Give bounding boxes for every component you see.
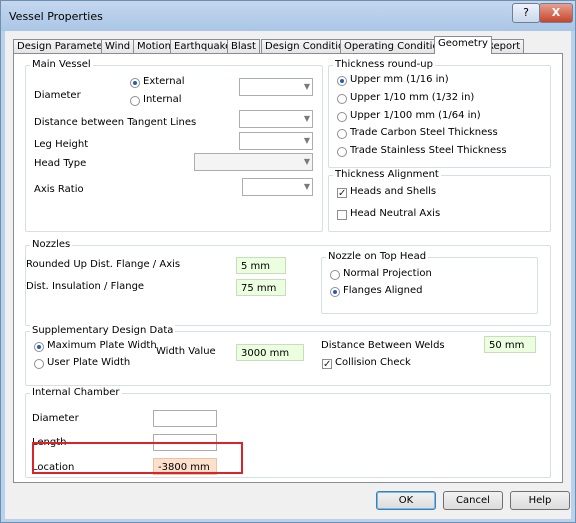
external-label[interactable]: External bbox=[143, 76, 185, 87]
distance-welds-label: Distance Between Welds bbox=[321, 340, 445, 351]
chamber-diameter-label: Diameter bbox=[32, 413, 79, 424]
close-button[interactable]: X bbox=[539, 3, 573, 23]
heads-shells-label[interactable]: Heads and Shells bbox=[350, 186, 436, 197]
roundup-radio-1[interactable] bbox=[337, 76, 347, 86]
width-value-label: Width Value bbox=[156, 346, 216, 357]
axis-ratio-label: Axis Ratio bbox=[34, 184, 84, 195]
nozzles-title: Nozzles bbox=[30, 239, 73, 250]
head-type-combo[interactable]: ▼ bbox=[194, 153, 313, 171]
flanges-aligned-radio[interactable] bbox=[330, 287, 340, 297]
tab-blast[interactable]: Blast bbox=[227, 39, 260, 54]
heads-shells-checkbox[interactable]: ✓ bbox=[337, 188, 347, 199]
nozzle-top-head-group: Nozzle on Top Head Normal Projection Fla… bbox=[321, 251, 538, 314]
ok-button[interactable]: OK bbox=[376, 491, 436, 510]
head-neutral-axis-label[interactable]: Head Neutral Axis bbox=[350, 208, 440, 219]
max-plate-width-label[interactable]: Maximum Plate Width bbox=[47, 340, 157, 351]
title-help-button[interactable]: ? bbox=[512, 3, 540, 23]
roundup-option-2[interactable]: Upper 1/10 mm (1/32 in) bbox=[350, 92, 474, 103]
tab-earthquake[interactable]: Earthquake bbox=[170, 39, 236, 54]
tangent-lines-label: Distance between Tangent Lines bbox=[34, 117, 197, 128]
roundup-radio-3[interactable] bbox=[337, 112, 347, 122]
tangent-lines-combo[interactable]: ▼ bbox=[239, 110, 313, 128]
internal-chamber-title: Internal Chamber bbox=[30, 387, 122, 398]
max-plate-width-radio[interactable] bbox=[34, 342, 44, 352]
internal-radio[interactable] bbox=[130, 96, 140, 106]
roundup-radio-4[interactable] bbox=[337, 129, 347, 139]
chevron-down-icon: ▼ bbox=[303, 182, 310, 191]
user-plate-width-radio[interactable] bbox=[34, 359, 44, 369]
rounded-dist-field[interactable]: 5 mm bbox=[236, 257, 286, 274]
insulation-dist-field[interactable]: 75 mm bbox=[236, 279, 286, 296]
chevron-down-icon: ▼ bbox=[303, 136, 310, 145]
diameter-combo[interactable]: ▼ bbox=[239, 78, 313, 96]
normal-projection-radio[interactable] bbox=[330, 270, 340, 280]
tab-motion[interactable]: Motion bbox=[133, 39, 175, 54]
distance-welds-field[interactable]: 50 mm bbox=[484, 336, 536, 353]
geometry-panel: Main Vessel Diameter External Internal ▼… bbox=[13, 53, 563, 483]
chevron-down-icon: ▼ bbox=[303, 82, 310, 91]
supplementary-group: Supplementary Design Data Maximum Plate … bbox=[25, 325, 551, 386]
title-bar[interactable]: Vessel Properties ? X bbox=[1, 1, 575, 31]
diameter-label: Diameter bbox=[34, 90, 81, 101]
chevron-down-icon: ▼ bbox=[303, 114, 310, 123]
user-plate-width-label[interactable]: User Plate Width bbox=[47, 357, 130, 368]
rounded-dist-label: Rounded Up Dist. Flange / Axis bbox=[26, 259, 181, 270]
thickness-roundup-title: Thickness round-up bbox=[333, 59, 435, 70]
thickness-alignment-group: Thickness Alignment ✓ Heads and Shells H… bbox=[328, 169, 551, 232]
chevron-down-icon: ▼ bbox=[303, 157, 310, 166]
width-value-field[interactable]: 3000 mm bbox=[236, 344, 304, 361]
flanges-aligned-label[interactable]: Flanges Aligned bbox=[343, 285, 422, 296]
axis-ratio-combo[interactable]: ▼ bbox=[242, 178, 313, 196]
head-neutral-axis-checkbox[interactable] bbox=[337, 210, 347, 220]
external-radio[interactable] bbox=[130, 78, 140, 88]
chamber-diameter-field[interactable] bbox=[153, 410, 217, 427]
tab-wind[interactable]: Wind bbox=[101, 39, 135, 54]
leg-height-combo[interactable]: ▼ bbox=[239, 132, 313, 150]
collision-check-checkbox[interactable]: ✓ bbox=[322, 359, 332, 370]
vessel-properties-window: Vessel Properties ? X Design Parameters … bbox=[0, 0, 576, 523]
help-button[interactable]: Help bbox=[510, 491, 570, 510]
roundup-option-5[interactable]: Trade Stainless Steel Thickness bbox=[350, 145, 507, 156]
main-vessel-title: Main Vessel bbox=[30, 59, 93, 70]
location-highlight-box bbox=[32, 442, 243, 474]
cancel-button[interactable]: Cancel bbox=[443, 491, 503, 510]
insulation-dist-label: Dist. Insulation / Flange bbox=[26, 281, 145, 292]
thickness-roundup-group: Thickness round-up Upper mm (1/16 in) Up… bbox=[328, 59, 551, 168]
roundup-option-3[interactable]: Upper 1/100 mm (1/64 in) bbox=[350, 110, 481, 121]
main-vessel-group: Main Vessel Diameter External Internal ▼… bbox=[25, 59, 323, 232]
nozzle-top-head-title: Nozzle on Top Head bbox=[326, 251, 429, 262]
supplementary-title: Supplementary Design Data bbox=[30, 325, 176, 336]
roundup-radio-5[interactable] bbox=[337, 147, 347, 157]
roundup-radio-2[interactable] bbox=[337, 94, 347, 104]
leg-height-label: Leg Height bbox=[34, 139, 89, 150]
normal-projection-label[interactable]: Normal Projection bbox=[343, 268, 432, 279]
thickness-alignment-title: Thickness Alignment bbox=[333, 169, 441, 180]
collision-check-label[interactable]: Collision Check bbox=[335, 357, 411, 368]
roundup-option-1[interactable]: Upper mm (1/16 in) bbox=[350, 74, 449, 85]
roundup-option-4[interactable]: Trade Carbon Steel Thickness bbox=[350, 127, 498, 138]
head-type-label: Head Type bbox=[34, 158, 87, 169]
window-title: Vessel Properties bbox=[9, 10, 103, 23]
nozzles-group: Nozzles Rounded Up Dist. Flange / Axis 5… bbox=[25, 239, 551, 326]
internal-label[interactable]: Internal bbox=[143, 94, 182, 105]
tab-geometry[interactable]: Geometry bbox=[434, 36, 492, 54]
